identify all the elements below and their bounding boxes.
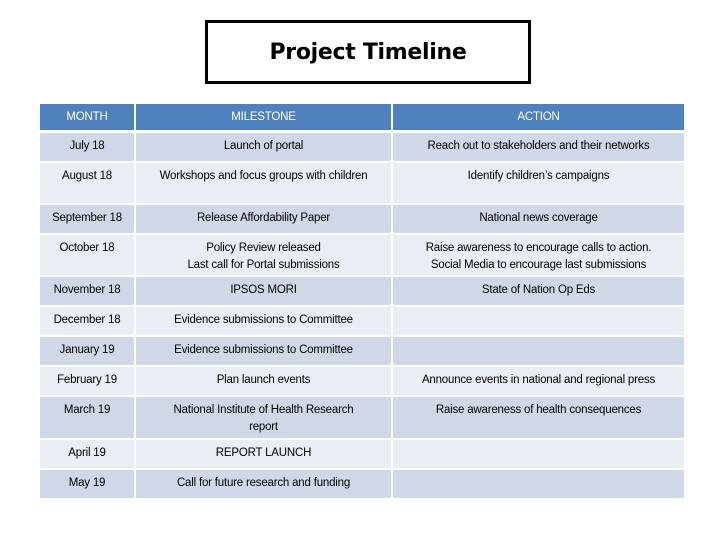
header-row: MONTH MILESTONE ACTION bbox=[40, 104, 684, 133]
action-line-2: Social Media to encourage last submissio… bbox=[430, 259, 647, 271]
month-cell: February 19 bbox=[40, 367, 136, 397]
action-cell bbox=[393, 470, 684, 500]
milestone-cell: National Institute of Health Research re… bbox=[136, 397, 393, 440]
table-row: September 18 Release Affordability Paper… bbox=[40, 205, 684, 235]
milestone-cell: Plan launch events bbox=[136, 367, 393, 397]
action-cell bbox=[393, 440, 684, 470]
table-row: July 18 Launch of portal Reach out to st… bbox=[40, 133, 684, 163]
milestone-cell: Policy Review released Last call for Por… bbox=[136, 235, 393, 277]
month-cell: September 18 bbox=[40, 205, 136, 235]
milestone-cell: Call for future research and funding bbox=[136, 470, 393, 500]
month-cell: December 18 bbox=[40, 307, 136, 337]
month-cell: October 18 bbox=[40, 235, 136, 277]
month-cell: March 19 bbox=[40, 397, 136, 440]
action-line-1: Raise awareness to encourage calls to ac… bbox=[425, 242, 652, 254]
table-row: February 19 Plan launch events Announce … bbox=[40, 367, 684, 397]
month-cell: May 19 bbox=[40, 470, 136, 500]
title-box: Project Timeline bbox=[205, 20, 531, 84]
action-cell: State of Nation Op Eds bbox=[393, 277, 684, 307]
table-row: May 19 Call for future research and fund… bbox=[40, 470, 684, 500]
action-cell bbox=[393, 307, 684, 337]
milestone-line-2: report bbox=[249, 421, 278, 433]
table-row: October 18 Policy Review released Last c… bbox=[40, 235, 684, 277]
month-cell: April 19 bbox=[40, 440, 136, 470]
header-month: MONTH bbox=[40, 104, 136, 133]
action-cell bbox=[393, 337, 684, 367]
table-row: March 19 National Institute of Health Re… bbox=[40, 397, 684, 440]
milestone-cell: IPSOS MORI bbox=[136, 277, 393, 307]
table-row: April 19 REPORT LAUNCH bbox=[40, 440, 684, 470]
milestone-cell: Release Affordability Paper bbox=[136, 205, 393, 235]
month-cell: July 18 bbox=[40, 133, 136, 163]
milestone-cell: Workshops and focus groups with children bbox=[136, 163, 393, 205]
milestone-line-2: Last call for Portal submissions bbox=[187, 259, 340, 271]
action-cell: Raise awareness to encourage calls to ac… bbox=[393, 235, 684, 277]
milestone-cell: Launch of portal bbox=[136, 133, 393, 163]
header-milestone: MILESTONE bbox=[136, 104, 393, 133]
action-cell: National news coverage bbox=[393, 205, 684, 235]
milestone-line-1: National Institute of Health Research bbox=[173, 404, 354, 416]
table-row: December 18 Evidence submissions to Comm… bbox=[40, 307, 684, 337]
month-cell: November 18 bbox=[40, 277, 136, 307]
milestone-cell: Evidence submissions to Committee bbox=[136, 307, 393, 337]
header-action: ACTION bbox=[393, 104, 684, 133]
month-cell: January 19 bbox=[40, 337, 136, 367]
action-cell: Announce events in national and regional… bbox=[393, 367, 684, 397]
action-cell: Reach out to stakeholders and their netw… bbox=[393, 133, 684, 163]
month-cell: August 18 bbox=[40, 163, 136, 205]
table-row: November 18 IPSOS MORI State of Nation O… bbox=[40, 277, 684, 307]
table-row: August 18 Workshops and focus groups wit… bbox=[40, 163, 684, 205]
milestone-line-1: Policy Review released bbox=[206, 242, 321, 254]
table-row: January 19 Evidence submissions to Commi… bbox=[40, 337, 684, 367]
milestone-cell: REPORT LAUNCH bbox=[136, 440, 393, 470]
timeline-table: MONTH MILESTONE ACTION July 18 Launch of… bbox=[40, 104, 684, 500]
action-cell: Raise awareness of health consequences bbox=[393, 397, 684, 440]
action-cell: Identify children’s campaigns bbox=[393, 163, 684, 205]
page-title: Project Timeline bbox=[269, 39, 467, 65]
milestone-cell: Evidence submissions to Committee bbox=[136, 337, 393, 367]
